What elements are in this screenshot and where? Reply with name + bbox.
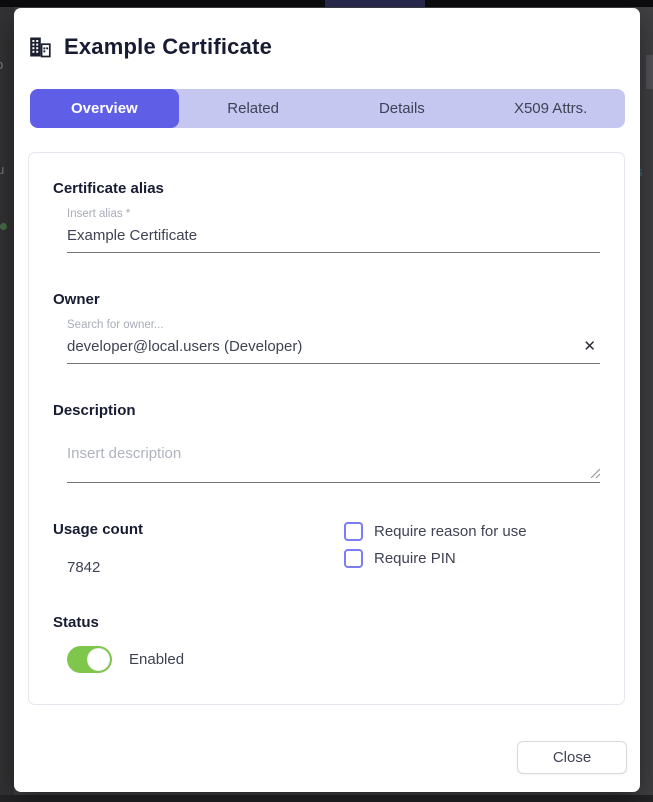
tab-overview[interactable]: Overview bbox=[30, 89, 179, 128]
require-reason-checkbox-row[interactable]: Require reason for use bbox=[344, 522, 527, 541]
description-textarea[interactable]: Insert description bbox=[67, 445, 600, 483]
background-top-bar-accent bbox=[325, 0, 425, 7]
certificate-dialog: Example Certificate Overview Related Det… bbox=[14, 8, 640, 792]
description-label: Description bbox=[53, 402, 600, 419]
overview-form-card: Certificate alias Insert alias * Example… bbox=[28, 152, 625, 705]
resize-handle-icon[interactable] bbox=[589, 467, 600, 478]
owner-value: developer@local.users (Developer) bbox=[67, 338, 579, 355]
dialog-header: Example Certificate bbox=[28, 34, 272, 60]
require-pin-checkbox-row[interactable]: Require PIN bbox=[344, 549, 527, 568]
tab-details[interactable]: Details bbox=[328, 89, 477, 128]
description-placeholder: Insert description bbox=[67, 445, 600, 462]
dialog-tabbar: Overview Related Details X509 Attrs. bbox=[30, 89, 625, 128]
owner-search-input[interactable]: developer@local.users (Developer) ✕ bbox=[67, 338, 600, 355]
dialog-title: Example Certificate bbox=[64, 34, 272, 60]
status-toggle-row: Enabled bbox=[67, 646, 600, 673]
certificate-alias-input[interactable]: Example Certificate bbox=[67, 227, 600, 244]
background-status-dot bbox=[0, 223, 7, 230]
require-reason-label: Require reason for use bbox=[374, 523, 527, 540]
require-pin-label: Require PIN bbox=[374, 550, 456, 567]
certificate-alias-field: Insert alias * Example Certificate bbox=[67, 208, 600, 253]
clear-owner-icon[interactable]: ✕ bbox=[579, 339, 600, 354]
flags-column: Require reason for use Require PIN bbox=[344, 521, 527, 576]
status-group: Status Enabled bbox=[53, 614, 600, 673]
certificate-alias-group: Certificate alias Insert alias * Example… bbox=[53, 180, 600, 253]
tab-x509-attrs[interactable]: X509 Attrs. bbox=[476, 89, 625, 128]
status-toggle[interactable] bbox=[67, 646, 112, 673]
owner-field-label: Search for owner... bbox=[67, 319, 600, 331]
description-group: Description Insert description bbox=[53, 402, 600, 483]
background-left-strip bbox=[0, 7, 14, 802]
certificate-alias-field-label: Insert alias * bbox=[67, 208, 600, 220]
tab-related[interactable]: Related bbox=[179, 89, 328, 128]
status-toggle-knob bbox=[87, 648, 110, 671]
usage-count-label: Usage count bbox=[53, 521, 344, 538]
require-pin-checkbox[interactable] bbox=[344, 549, 363, 568]
owner-label: Owner bbox=[53, 291, 600, 308]
status-label: Status bbox=[53, 614, 600, 631]
certificate-alias-label: Certificate alias bbox=[53, 180, 600, 197]
certificate-alias-value: Example Certificate bbox=[67, 227, 600, 244]
background-box-fragment bbox=[646, 55, 653, 89]
owner-field: Search for owner... developer@local.user… bbox=[67, 319, 600, 364]
close-button[interactable]: Close bbox=[517, 741, 627, 774]
usage-and-flags-row: Usage count 7842 Require reason for use … bbox=[53, 521, 600, 576]
background-bottom-strip bbox=[0, 795, 653, 802]
owner-group: Owner Search for owner... developer@loca… bbox=[53, 291, 600, 364]
require-reason-checkbox[interactable] bbox=[344, 522, 363, 541]
status-value: Enabled bbox=[129, 651, 184, 668]
usage-count-group: Usage count 7842 bbox=[53, 521, 344, 576]
usage-count-value: 7842 bbox=[67, 559, 344, 576]
buildings-icon bbox=[28, 35, 52, 59]
